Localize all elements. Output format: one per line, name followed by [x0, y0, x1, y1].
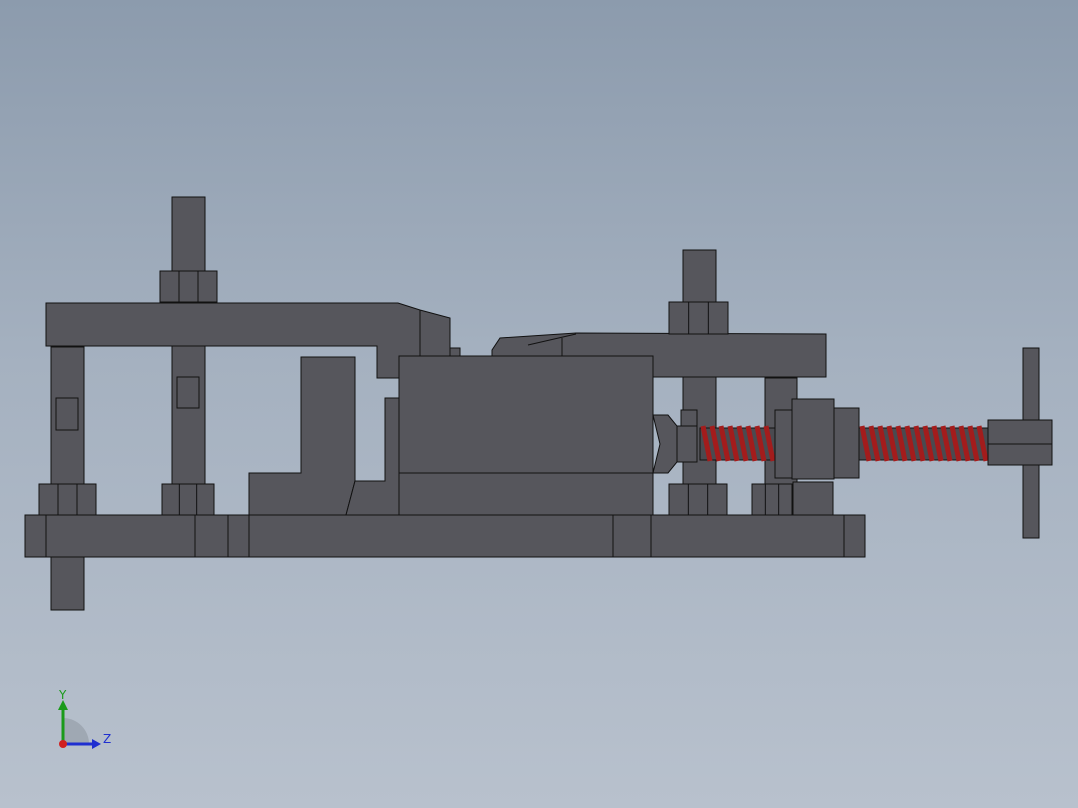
upper-clamp-arm[interactable] — [45, 302, 451, 379]
nut-bottom-1[interactable] — [38, 483, 97, 516]
stud-left-rod[interactable] — [50, 346, 85, 611]
nut-top-right[interactable] — [668, 301, 729, 335]
stud-2-rod[interactable] — [171, 196, 206, 516]
l-jaw-block[interactable] — [248, 356, 356, 516]
y-axis-label: Y — [59, 688, 67, 702]
base-plate[interactable] — [24, 514, 866, 558]
assembly-model[interactable] — [0, 0, 1078, 808]
graphics-viewport[interactable]: Y Z — [0, 0, 1078, 808]
stud-2-slot[interactable] — [176, 376, 200, 409]
collar-2[interactable] — [833, 407, 860, 479]
small-nut[interactable] — [676, 425, 698, 463]
nut-top-left[interactable] — [159, 270, 218, 303]
stud-3-rod[interactable] — [682, 249, 717, 516]
bearing-foot[interactable] — [792, 481, 834, 516]
nut-bottom-4[interactable] — [751, 483, 793, 516]
z-axis-label: Z — [103, 732, 112, 746]
center-block[interactable] — [398, 355, 654, 516]
stud-left-slot[interactable] — [55, 397, 79, 431]
cone-tip[interactable] — [652, 414, 678, 474]
small-nut-top[interactable] — [680, 409, 698, 427]
handle-knob[interactable] — [987, 419, 1053, 466]
nut-bottom-2[interactable] — [161, 483, 215, 516]
clamp-arm-tip[interactable] — [449, 347, 461, 357]
collar-1[interactable] — [774, 409, 793, 479]
nut-bottom-3[interactable] — [668, 483, 728, 516]
bearing-housing[interactable] — [791, 398, 835, 480]
